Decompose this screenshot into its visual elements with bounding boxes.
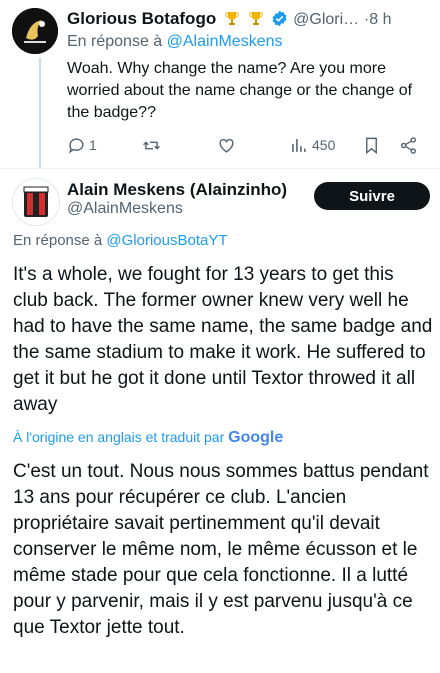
reply-context: En réponse à @AlainMeskens xyxy=(67,33,282,51)
reply-context: En réponse à @GloriousBotaYT xyxy=(13,232,228,249)
action-bar: 1 450 xyxy=(67,134,427,156)
google-logo: Google xyxy=(228,429,284,446)
handle[interactable]: @Glori… xyxy=(293,11,359,28)
thread-connector-line xyxy=(39,58,41,168)
retweet-icon xyxy=(143,140,160,150)
like-button[interactable] xyxy=(217,134,236,156)
like-icon xyxy=(219,138,234,153)
follow-button[interactable]: Suivre xyxy=(314,182,430,210)
reply-handle-link[interactable]: @GloriousBotaYT xyxy=(106,232,227,249)
avatar[interactable] xyxy=(12,8,58,54)
reply-prefix: En réponse à xyxy=(13,232,103,249)
bookmark-button[interactable] xyxy=(362,134,381,156)
reply-handle-link[interactable]: @AlainMeskens xyxy=(167,33,283,50)
trophy-emoji-icon xyxy=(224,10,240,26)
share-icon xyxy=(400,136,417,154)
reply-prefix: En réponse à xyxy=(67,33,163,50)
retweet-button[interactable] xyxy=(142,134,161,156)
reply-icon xyxy=(68,137,84,154)
tweet-text: Woah. Why change the name? Are you more … xyxy=(67,60,413,121)
bookmark-icon xyxy=(366,137,377,154)
views-button[interactable]: 450 xyxy=(289,134,335,156)
reply-button[interactable]: 1 xyxy=(67,134,97,156)
translated-text: C'est un tout. Nous nous sommes battus p… xyxy=(13,461,429,638)
share-button[interactable] xyxy=(399,134,418,156)
glorious-botafogo-avatar-icon xyxy=(12,8,58,54)
reply-count: 1 xyxy=(89,137,97,153)
view-count: 450 xyxy=(312,137,336,153)
handle[interactable]: @AlainMeskens xyxy=(67,200,183,218)
views-icon xyxy=(292,138,306,152)
verified-badge-icon xyxy=(271,10,288,27)
divider xyxy=(0,168,440,169)
timestamp[interactable]: 8 h xyxy=(369,11,391,28)
translation-note[interactable]: À l'origine en anglais et traduit par Go… xyxy=(13,429,283,447)
rwd-molenbeek-crest-icon xyxy=(13,179,59,225)
display-name[interactable]: Alain Meskens (Alainzinho) xyxy=(67,180,287,200)
tweet-text: It's a whole, we fought for 13 years to … xyxy=(13,264,433,415)
display-name[interactable]: Glorious Botafogo xyxy=(67,9,216,28)
tweet-header: Glorious Botafogo @Glori… ·8 h xyxy=(67,9,432,31)
trophy-emoji-icon xyxy=(248,10,264,26)
translation-label[interactable]: À l'origine en anglais et traduit par xyxy=(13,429,224,445)
avatar[interactable] xyxy=(12,178,60,226)
